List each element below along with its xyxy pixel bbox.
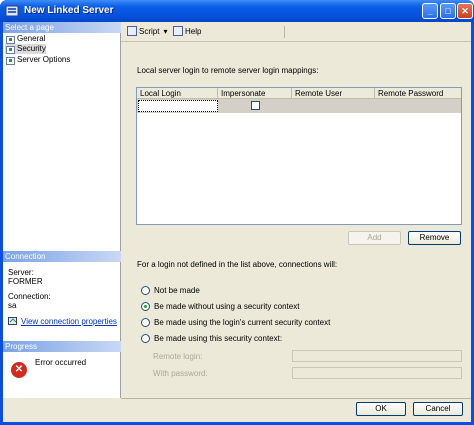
remote-login-label: Remote login: (153, 352, 203, 361)
script-button[interactable]: Script ▾ (127, 26, 167, 36)
connection-header: Connection (3, 251, 121, 262)
option-this-security-context[interactable]: Be made using this security context: (141, 333, 282, 343)
dialog-window: New Linked Server _ □ ✕ Select a page Ge… (0, 0, 474, 425)
column-header: Impersonate (218, 88, 292, 99)
maximize-button[interactable]: □ (440, 3, 456, 19)
login-mappings-grid[interactable]: Local Login Impersonate Remote User Remo… (136, 87, 462, 225)
progress-header: Progress (3, 341, 121, 352)
mappings-label: Local server login to remote server logi… (137, 66, 319, 75)
connection-value: sa (8, 301, 17, 310)
column-header: Remote User (292, 88, 375, 99)
option-not-be-made[interactable]: Not be made (141, 285, 200, 295)
column-header: Local Login (137, 88, 218, 99)
page-label: Security (17, 44, 46, 53)
page-icon (5, 35, 15, 44)
option-current-security-context[interactable]: Be made using the login's current securi… (141, 317, 330, 327)
linked-server-icon (5, 5, 19, 17)
window-title: New Linked Server (24, 5, 114, 16)
radio-button[interactable] (141, 285, 150, 295)
page-label: Server Options (17, 55, 71, 64)
minimize-button[interactable]: _ (422, 3, 438, 19)
with-password-label: With password: (153, 369, 208, 378)
option-label: Be made using this security context: (154, 333, 283, 343)
radio-button-selected[interactable] (141, 301, 150, 311)
impersonate-checkbox[interactable] (251, 101, 260, 110)
script-icon (127, 26, 137, 36)
footer-separator (121, 398, 471, 399)
page-icon (5, 45, 15, 54)
help-label: Help (185, 26, 202, 36)
page-item-security[interactable]: Security (5, 44, 46, 54)
local-login-cell[interactable] (138, 100, 218, 112)
cancel-button[interactable]: Cancel (413, 402, 463, 416)
undefined-login-label: For a login not defined in the list abov… (137, 260, 338, 269)
table-row[interactable] (137, 99, 461, 113)
dialog-client: Select a page General Security Server Op… (3, 22, 471, 422)
toolbar: Script ▾ Help (121, 22, 471, 42)
view-connection-properties-link[interactable]: View connection properties (21, 317, 117, 326)
remove-button[interactable]: Remove (408, 231, 461, 245)
select-page-header: Select a page (3, 22, 121, 33)
option-label: Be made without using a security context (154, 301, 300, 311)
add-button[interactable]: Add (348, 231, 401, 245)
page-item-general[interactable]: General (5, 34, 45, 44)
help-icon (173, 26, 183, 36)
connection-label: Connection: (8, 292, 51, 301)
left-panel: Select a page General Security Server Op… (3, 22, 121, 398)
close-button[interactable]: ✕ (457, 3, 473, 19)
remote-login-input[interactable] (292, 350, 462, 362)
radio-button[interactable] (141, 317, 150, 327)
connection-properties-icon (8, 317, 17, 325)
title-bar[interactable]: New Linked Server _ □ ✕ (0, 0, 474, 22)
ok-button[interactable]: OK (356, 402, 406, 416)
grid-header: Local Login Impersonate Remote User Remo… (137, 88, 461, 99)
option-without-security-context[interactable]: Be made without using a security context (141, 301, 299, 311)
option-label: Be made using the login's current securi… (154, 317, 331, 327)
page-label: General (17, 34, 46, 43)
help-button[interactable]: Help (173, 26, 201, 36)
page-item-server-options[interactable]: Server Options (5, 55, 70, 65)
radio-button[interactable] (141, 333, 150, 343)
toolbar-separator (284, 26, 285, 38)
option-label: Not be made (154, 285, 200, 295)
server-label: Server: (8, 268, 34, 277)
page-icon (5, 56, 15, 65)
chevron-down-icon[interactable]: ▾ (163, 27, 167, 36)
server-value: FORMER (8, 277, 43, 286)
progress-status: Error occurred (35, 358, 87, 367)
column-header: Remote Password (378, 89, 444, 98)
script-label: Script (139, 26, 160, 36)
with-password-input[interactable] (292, 367, 462, 379)
error-icon: ✕ (11, 362, 27, 378)
